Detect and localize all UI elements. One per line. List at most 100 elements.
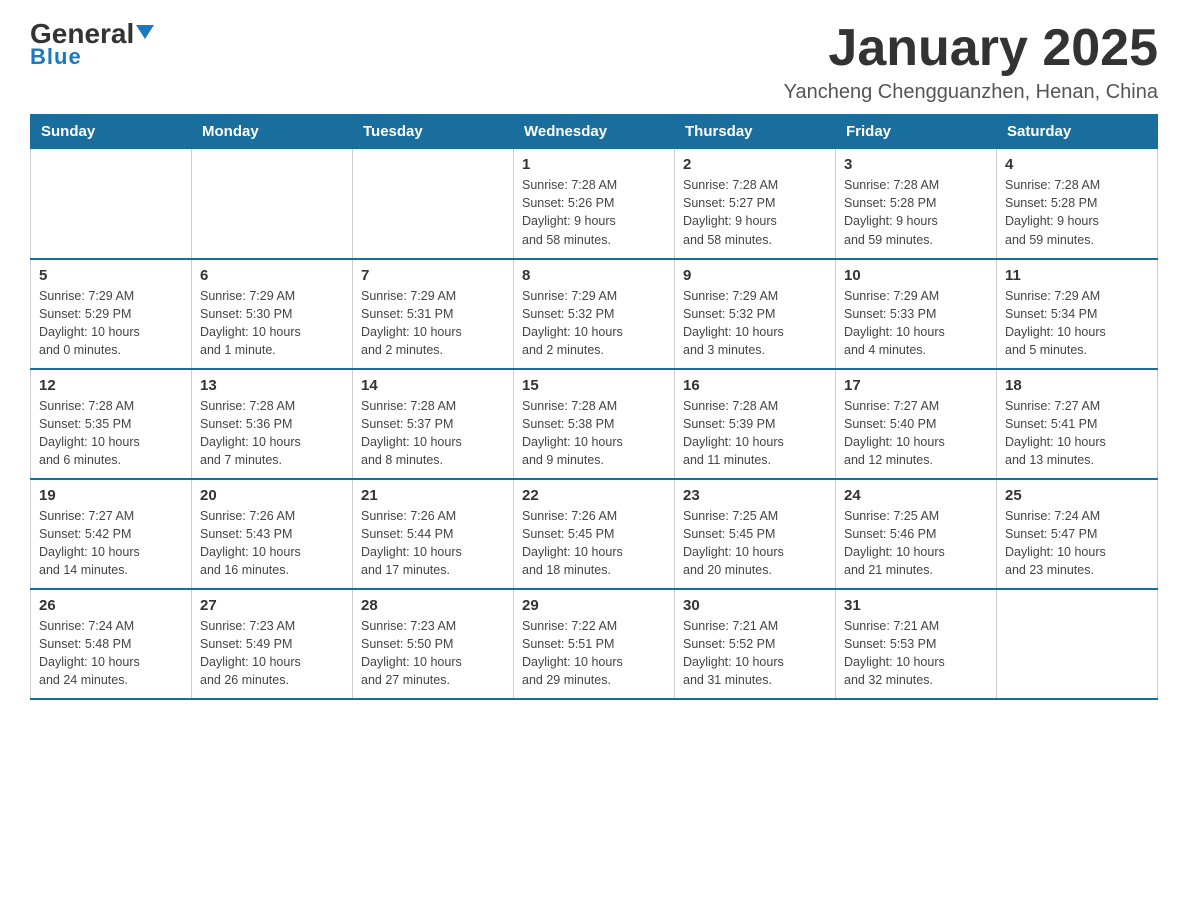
calendar-cell: 15Sunrise: 7:28 AM Sunset: 5:38 PM Dayli… <box>514 369 675 479</box>
day-info: Sunrise: 7:24 AM Sunset: 5:48 PM Dayligh… <box>39 617 183 690</box>
calendar-cell: 14 Sunrise: 7:28 AM Sunset: 5:37 PM Dayli… <box>353 369 514 479</box>
day-number: 3 <box>844 156 988 173</box>
calendar-cell: 21 Sunrise: 7:26 AM Sunset: 5:44 PM Dayli… <box>353 479 514 589</box>
day-info: Sunrise: 7:21 AM Sunset: 5:53 PM Dayligh… <box>844 617 988 690</box>
day-info: Sunrise: 7:23 AM Sunset: 5:50 PM Dayligh… <box>361 617 505 690</box>
page-header: General Blue January 2025 Yancheng Cheng… <box>30 20 1158 104</box>
day-info: Sunrise: 7:26 AM Sunset: 5:44 PM Dayligh… <box>361 507 505 580</box>
calendar-day-header: Wednesday <box>514 115 675 149</box>
calendar-day-header: Saturday <box>997 115 1158 149</box>
calendar-cell: 6 Sunrise: 7:29 AM Sunset: 5:30 PM Daylig… <box>192 259 353 369</box>
calendar-cell: 8 Sunrise: 7:29 AM Sunset: 5:32 PM Daylig… <box>514 259 675 369</box>
calendar-cell: 30Sunrise: 7:21 AM Sunset: 5:52 PM Dayli… <box>675 589 836 699</box>
day-number: 14 <box>361 377 505 394</box>
day-info: Sunrise: 7:29 AM Sunset: 5:33 PM Dayligh… <box>844 287 988 360</box>
day-number: 13 <box>200 377 344 394</box>
logo: General Blue <box>30 20 154 70</box>
calendar-cell: 13 Sunrise: 7:28 AM Sunset: 5:36 PM Dayli… <box>192 369 353 479</box>
calendar-day-header: Monday <box>192 115 353 149</box>
day-number: 23 <box>683 487 827 504</box>
calendar-cell: 11 Sunrise: 7:29 AM Sunset: 5:34 PM Dayli… <box>997 259 1158 369</box>
calendar-cell <box>31 149 192 259</box>
day-info: Sunrise: 7:28 AM Sunset: 5:37 PM Dayligh… <box>361 397 505 470</box>
day-info: Sunrise: 7:29 AM Sunset: 5:30 PM Dayligh… <box>200 287 344 360</box>
day-info: Sunrise: 7:29 AM Sunset: 5:34 PM Dayligh… <box>1005 287 1149 360</box>
logo-blue: Blue <box>30 44 82 70</box>
calendar-day-header: Thursday <box>675 115 836 149</box>
day-info: Sunrise: 7:28 AM Sunset: 5:28 PM Dayligh… <box>1005 176 1149 249</box>
calendar-cell <box>353 149 514 259</box>
day-number: 22 <box>522 487 666 504</box>
calendar-cell: 17Sunrise: 7:27 AM Sunset: 5:40 PM Dayli… <box>836 369 997 479</box>
day-number: 18 <box>1005 377 1149 394</box>
calendar-cell: 2Sunrise: 7:28 AM Sunset: 5:27 PM Daylig… <box>675 149 836 259</box>
day-info: Sunrise: 7:22 AM Sunset: 5:51 PM Dayligh… <box>522 617 666 690</box>
day-info: Sunrise: 7:25 AM Sunset: 5:46 PM Dayligh… <box>844 507 988 580</box>
day-info: Sunrise: 7:28 AM Sunset: 5:36 PM Dayligh… <box>200 397 344 470</box>
day-info: Sunrise: 7:29 AM Sunset: 5:32 PM Dayligh… <box>522 287 666 360</box>
day-info: Sunrise: 7:28 AM Sunset: 5:27 PM Dayligh… <box>683 176 827 249</box>
calendar-day-header: Tuesday <box>353 115 514 149</box>
calendar-cell: 16Sunrise: 7:28 AM Sunset: 5:39 PM Dayli… <box>675 369 836 479</box>
day-info: Sunrise: 7:29 AM Sunset: 5:31 PM Dayligh… <box>361 287 505 360</box>
day-info: Sunrise: 7:27 AM Sunset: 5:41 PM Dayligh… <box>1005 397 1149 470</box>
day-number: 15 <box>522 377 666 394</box>
calendar-cell: 4 Sunrise: 7:28 AM Sunset: 5:28 PM Daylig… <box>997 149 1158 259</box>
day-number: 24 <box>844 487 988 504</box>
calendar-cell: 27Sunrise: 7:23 AM Sunset: 5:49 PM Dayli… <box>192 589 353 699</box>
day-number: 25 <box>1005 487 1149 504</box>
calendar-week-row: 26 Sunrise: 7:24 AM Sunset: 5:48 PM Dayli… <box>31 589 1158 699</box>
calendar-cell: 5 Sunrise: 7:29 AM Sunset: 5:29 PM Daylig… <box>31 259 192 369</box>
day-number: 7 <box>361 267 505 284</box>
day-info: Sunrise: 7:28 AM Sunset: 5:26 PM Dayligh… <box>522 176 666 249</box>
month-title: January 2025 <box>784 20 1158 77</box>
calendar-week-row: 12 Sunrise: 7:28 AM Sunset: 5:35 PM Dayli… <box>31 369 1158 479</box>
day-info: Sunrise: 7:26 AM Sunset: 5:43 PM Dayligh… <box>200 507 344 580</box>
location-subtitle: Yancheng Chengguanzhen, Henan, China <box>784 81 1158 104</box>
calendar-week-row: 5 Sunrise: 7:29 AM Sunset: 5:29 PM Daylig… <box>31 259 1158 369</box>
day-info: Sunrise: 7:25 AM Sunset: 5:45 PM Dayligh… <box>683 507 827 580</box>
day-number: 29 <box>522 597 666 614</box>
calendar-day-header: Sunday <box>31 115 192 149</box>
day-info: Sunrise: 7:29 AM Sunset: 5:29 PM Dayligh… <box>39 287 183 360</box>
day-number: 8 <box>522 267 666 284</box>
calendar-day-header: Friday <box>836 115 997 149</box>
day-number: 10 <box>844 267 988 284</box>
day-number: 6 <box>200 267 344 284</box>
day-number: 26 <box>39 597 183 614</box>
day-number: 5 <box>39 267 183 284</box>
calendar-header-row: SundayMondayTuesdayWednesdayThursdayFrid… <box>31 115 1158 149</box>
day-number: 12 <box>39 377 183 394</box>
calendar-table: SundayMondayTuesdayWednesdayThursdayFrid… <box>30 114 1158 700</box>
calendar-cell: 3Sunrise: 7:28 AM Sunset: 5:28 PM Daylig… <box>836 149 997 259</box>
day-info: Sunrise: 7:23 AM Sunset: 5:49 PM Dayligh… <box>200 617 344 690</box>
calendar-cell: 25 Sunrise: 7:24 AM Sunset: 5:47 PM Dayli… <box>997 479 1158 589</box>
calendar-cell <box>997 589 1158 699</box>
calendar-cell: 28 Sunrise: 7:23 AM Sunset: 5:50 PM Dayli… <box>353 589 514 699</box>
day-number: 21 <box>361 487 505 504</box>
calendar-cell: 20Sunrise: 7:26 AM Sunset: 5:43 PM Dayli… <box>192 479 353 589</box>
day-number: 28 <box>361 597 505 614</box>
day-info: Sunrise: 7:24 AM Sunset: 5:47 PM Dayligh… <box>1005 507 1149 580</box>
day-info: Sunrise: 7:29 AM Sunset: 5:32 PM Dayligh… <box>683 287 827 360</box>
calendar-cell: 10 Sunrise: 7:29 AM Sunset: 5:33 PM Dayli… <box>836 259 997 369</box>
calendar-cell: 19Sunrise: 7:27 AM Sunset: 5:42 PM Dayli… <box>31 479 192 589</box>
day-number: 4 <box>1005 156 1149 173</box>
calendar-cell: 29 Sunrise: 7:22 AM Sunset: 5:51 PM Dayli… <box>514 589 675 699</box>
calendar-week-row: 19Sunrise: 7:27 AM Sunset: 5:42 PM Dayli… <box>31 479 1158 589</box>
calendar-cell: 12 Sunrise: 7:28 AM Sunset: 5:35 PM Dayli… <box>31 369 192 479</box>
logo-triangle-icon <box>136 25 154 39</box>
day-info: Sunrise: 7:28 AM Sunset: 5:39 PM Dayligh… <box>683 397 827 470</box>
calendar-cell: 22Sunrise: 7:26 AM Sunset: 5:45 PM Dayli… <box>514 479 675 589</box>
day-number: 9 <box>683 267 827 284</box>
calendar-cell: 18 Sunrise: 7:27 AM Sunset: 5:41 PM Dayli… <box>997 369 1158 479</box>
day-number: 11 <box>1005 267 1149 284</box>
calendar-cell: 7 Sunrise: 7:29 AM Sunset: 5:31 PM Daylig… <box>353 259 514 369</box>
day-number: 30 <box>683 597 827 614</box>
day-info: Sunrise: 7:28 AM Sunset: 5:35 PM Dayligh… <box>39 397 183 470</box>
day-info: Sunrise: 7:27 AM Sunset: 5:40 PM Dayligh… <box>844 397 988 470</box>
title-block: January 2025 Yancheng Chengguanzhen, Hen… <box>784 20 1158 104</box>
day-info: Sunrise: 7:27 AM Sunset: 5:42 PM Dayligh… <box>39 507 183 580</box>
calendar-cell: 1Sunrise: 7:28 AM Sunset: 5:26 PM Daylig… <box>514 149 675 259</box>
calendar-cell: 31Sunrise: 7:21 AM Sunset: 5:53 PM Dayli… <box>836 589 997 699</box>
